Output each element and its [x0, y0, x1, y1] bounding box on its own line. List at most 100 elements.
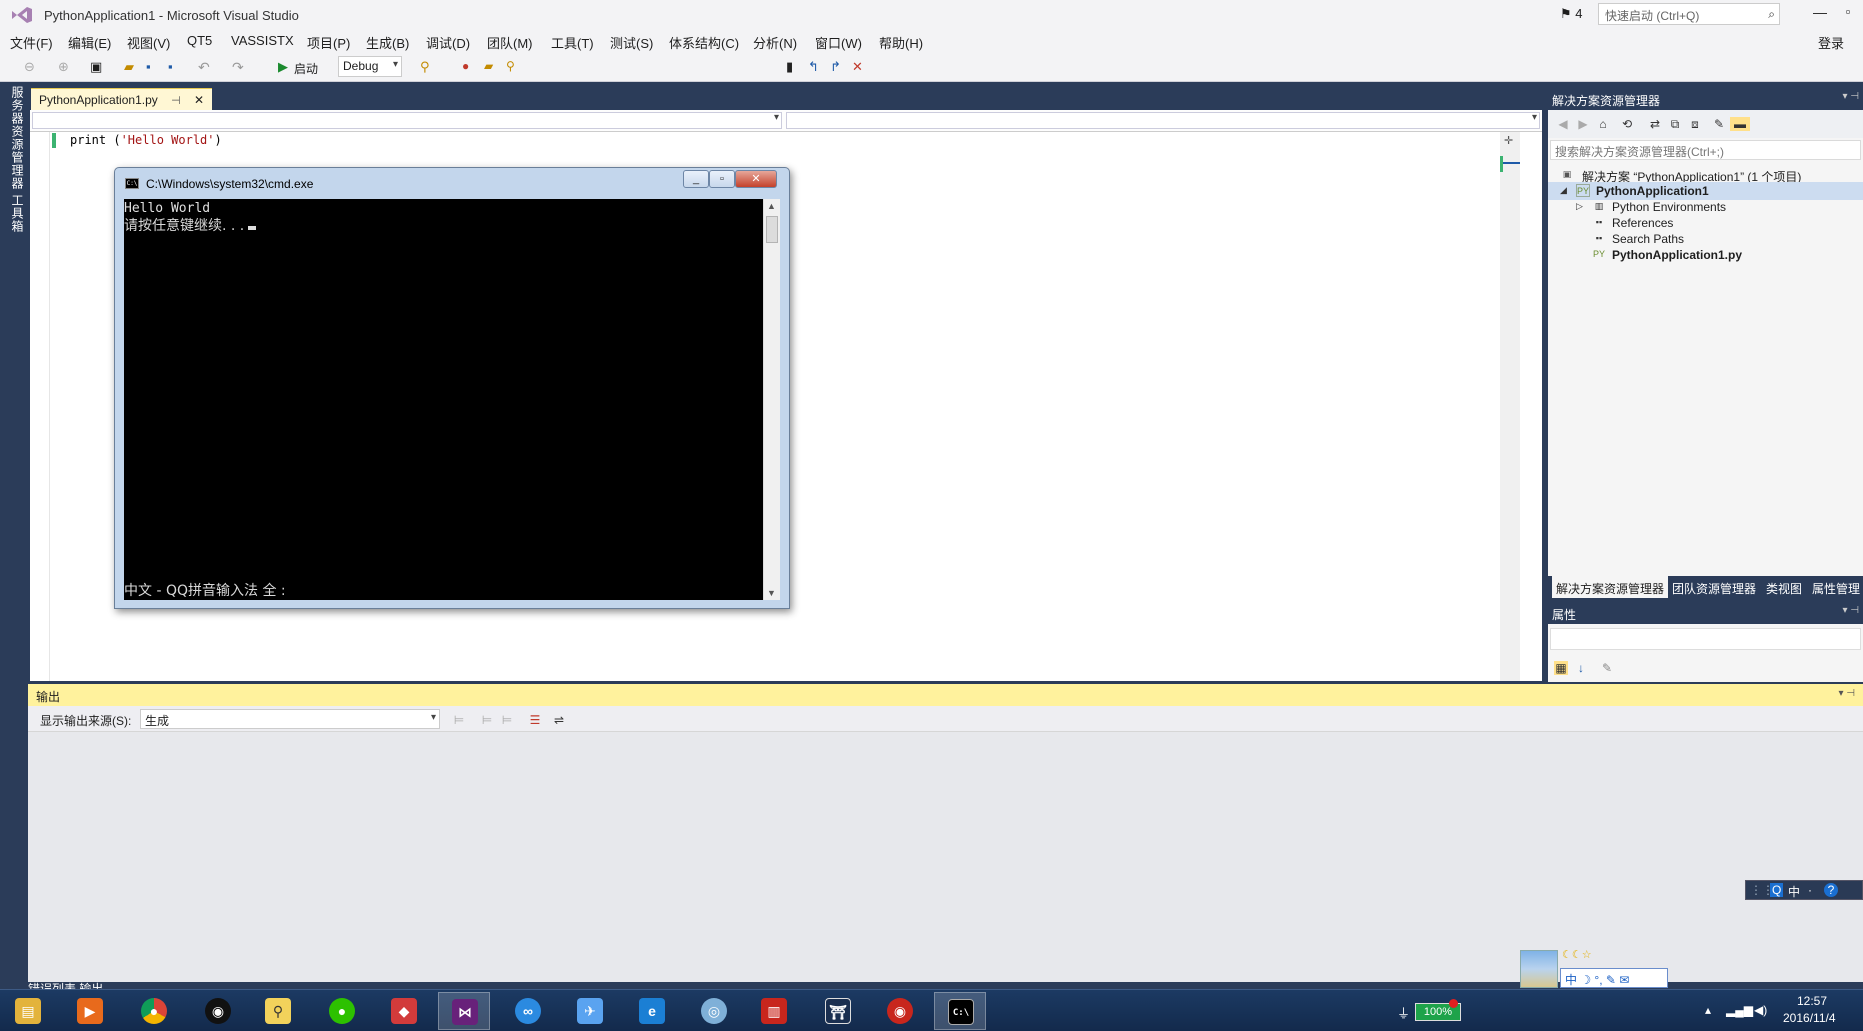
next-bookmark-icon[interactable]: ↱: [830, 59, 846, 75]
close-window-button[interactable]: ▫: [1840, 4, 1856, 20]
taskbar-tool-app[interactable]: ◆: [378, 992, 430, 1030]
solution-search-input[interactable]: 搜索解决方案资源管理器(Ctrl+;): [1550, 140, 1861, 160]
menu-analyze[interactable]: 分析(N): [753, 33, 797, 52]
menu-project[interactable]: 项目(P): [307, 33, 350, 52]
scroll-down-icon[interactable]: ▼: [767, 588, 776, 598]
server-explorer-tab[interactable]: 服务器资源管理器: [9, 86, 26, 190]
ime-toolbar[interactable]: 中 ☽ °, ✎ ✉: [1560, 968, 1668, 988]
folder-icon[interactable]: ▰: [484, 59, 500, 75]
forward-icon[interactable]: ⊕: [58, 59, 74, 75]
pin-icon[interactable]: ⊣: [171, 95, 181, 107]
start-button[interactable]: 启动: [294, 60, 318, 77]
output-source-select[interactable]: 生成: [140, 709, 440, 729]
clear-all-icon[interactable]: ☰: [528, 713, 542, 727]
expanded-arrow-icon[interactable]: ◢: [1560, 185, 1567, 196]
split-icon[interactable]: ✛: [1504, 134, 1513, 147]
next-message-icon[interactable]: ⊨: [500, 713, 514, 727]
taskbar-red-app[interactable]: ▥: [748, 992, 800, 1030]
prev-bookmark-icon[interactable]: ↰: [808, 59, 824, 75]
properties-object-select[interactable]: [1550, 628, 1861, 650]
taskbar-media-player[interactable]: ▶: [64, 992, 116, 1030]
menu-build[interactable]: 生成(B): [366, 33, 409, 52]
taskbar-feishu-app[interactable]: ✈: [564, 992, 616, 1030]
editor-scrollbar[interactable]: ✛: [1500, 132, 1520, 681]
tree-item-file[interactable]: PY PythonApplication1.py: [1548, 246, 1863, 264]
clock-date[interactable]: 2016/11/4: [1783, 1011, 1836, 1025]
menu-debug[interactable]: 调试(D): [426, 33, 470, 52]
menu-file[interactable]: 文件(F): [10, 33, 53, 52]
attach-icon[interactable]: ●: [462, 59, 478, 75]
taskbar-cloud-app[interactable]: ◎: [688, 992, 740, 1030]
tab-class-view[interactable]: 类视图: [1766, 580, 1802, 597]
taskbar-gate-app[interactable]: ⛩: [812, 992, 864, 1030]
word-wrap-icon[interactable]: ⇌: [552, 713, 566, 727]
save-icon[interactable]: ▪: [146, 59, 162, 75]
ime-status-bar[interactable]: ⋮⋮ Q 中 · ?: [1745, 880, 1863, 900]
menu-window[interactable]: 窗口(W): [815, 33, 862, 52]
ime-help-icon[interactable]: ?: [1824, 883, 1838, 897]
quick-launch-input[interactable]: 快速启动 (Ctrl+Q) ⌕: [1598, 3, 1780, 25]
console-output[interactable]: Hello World 请按任意键继续. . . 中文 - QQ拼音输入法 全 …: [124, 199, 763, 600]
panel-options-icon[interactable]: ▾ ⊣: [1842, 605, 1859, 616]
taskbar-qq[interactable]: ◉: [192, 992, 244, 1030]
property-pages-icon[interactable]: ✎: [1600, 661, 1614, 675]
menu-team[interactable]: 团队(M): [487, 33, 533, 52]
tab-property-manager[interactable]: 属性管理: [1812, 580, 1860, 597]
ime-skin-widget[interactable]: ☾☾☆ 中 ☽ °, ✎ ✉: [1520, 948, 1668, 990]
panel-options-icon[interactable]: ▾ ⊣: [1838, 688, 1855, 699]
cmd-scrollbar[interactable]: ▲ ▼: [763, 199, 780, 600]
ime-qq-icon[interactable]: Q: [1770, 883, 1784, 897]
menu-help[interactable]: 帮助(H): [879, 33, 923, 52]
taskbar-visual-studio[interactable]: ⋈: [438, 992, 490, 1030]
network-icon[interactable]: ▂▄▆: [1726, 1003, 1753, 1017]
menu-qt5[interactable]: QT5: [187, 33, 212, 48]
type-dropdown[interactable]: [32, 112, 782, 129]
menu-architecture[interactable]: 体系结构(C): [669, 33, 739, 52]
home-icon[interactable]: ⌂: [1596, 117, 1610, 131]
open-file-icon[interactable]: ▰: [124, 59, 140, 75]
properties-icon[interactable]: ✎: [1712, 117, 1726, 131]
volume-icon[interactable]: ◀): [1754, 1003, 1767, 1017]
start-debug-icon[interactable]: ▶: [278, 59, 294, 75]
taskbar-baidu-netdisk[interactable]: ∞: [502, 992, 554, 1030]
clear-bookmarks-icon[interactable]: ✕: [852, 59, 868, 75]
show-hidden-icons[interactable]: ▴: [1705, 1003, 1711, 1017]
taskbar-wechat[interactable]: ●: [316, 992, 368, 1030]
prev-message-icon[interactable]: ⊨: [480, 713, 494, 727]
ime-language-toggle[interactable]: 中: [1788, 883, 1800, 900]
menu-test[interactable]: 测试(S): [610, 33, 653, 52]
back-icon[interactable]: ◀: [1556, 117, 1570, 131]
scroll-thumb[interactable]: [766, 216, 778, 243]
taskbar-chrome[interactable]: ●: [128, 992, 180, 1030]
collapsed-arrow-icon[interactable]: ▷: [1576, 201, 1583, 212]
scroll-up-icon[interactable]: ▲: [767, 201, 776, 211]
undo-icon[interactable]: ↶: [198, 59, 214, 75]
browse-icon[interactable]: ⚲: [506, 59, 522, 75]
alphabetical-icon[interactable]: ↓: [1574, 661, 1588, 675]
new-project-icon[interactable]: ▣: [90, 59, 106, 75]
solution-configuration-select[interactable]: Debug: [338, 56, 402, 77]
go-to-line-icon[interactable]: ⊨: [452, 713, 466, 727]
show-all-files-icon[interactable]: ⧈: [1688, 117, 1702, 131]
cmd-close-button[interactable]: ✕: [735, 170, 777, 188]
minimize-button[interactable]: —: [1812, 4, 1828, 20]
taskbar-browser-app[interactable]: e: [626, 992, 678, 1030]
menu-edit[interactable]: 编辑(E): [68, 33, 111, 52]
login-link[interactable]: 登录: [1818, 33, 1844, 52]
history-icon[interactable]: ⟲: [1620, 117, 1634, 131]
categorized-icon[interactable]: ▦: [1554, 661, 1568, 675]
ime-punct-toggle[interactable]: ·: [1808, 883, 1812, 897]
tab-team-explorer[interactable]: 团队资源管理器: [1672, 580, 1756, 597]
menu-vassistx[interactable]: VASSISTX: [231, 33, 294, 48]
menu-tools[interactable]: 工具(T): [551, 33, 594, 52]
taskbar-file-explorer[interactable]: ▤: [2, 992, 54, 1030]
taskbar-search-app[interactable]: ⚲: [252, 992, 304, 1030]
cmd-minimize-button[interactable]: _: [683, 170, 709, 188]
cmd-title-bar[interactable]: C:\ C:\Windows\system32\cmd.exe _ ▫ ✕: [115, 168, 789, 198]
close-tab-icon[interactable]: ✕: [194, 93, 204, 107]
save-all-icon[interactable]: ▪: [168, 59, 184, 75]
clock-time[interactable]: 12:57: [1797, 994, 1827, 1008]
bookmark-icon[interactable]: ▮: [786, 59, 802, 75]
preview-icon[interactable]: ▬: [1730, 117, 1750, 131]
notification-flag[interactable]: ⚑ 4: [1560, 6, 1583, 22]
